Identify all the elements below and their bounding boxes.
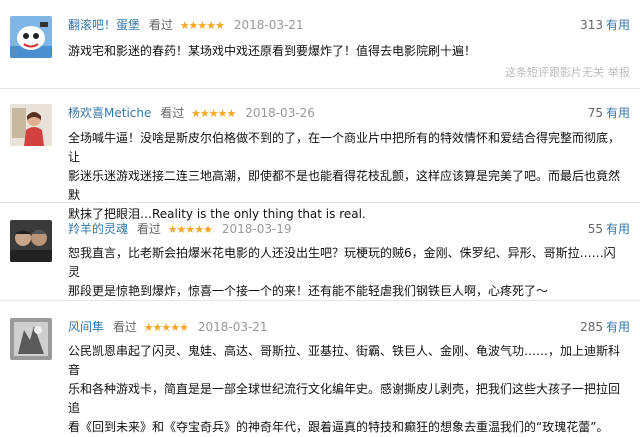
rating-stars: ★★★★★ [191,107,236,120]
divider [0,202,640,203]
review-header: 杨欢喜Metiche 看过 ★★★★★ 2018-03-26 75 有用 [68,104,630,122]
watched-label: 看过 [112,320,137,334]
text-line: 乐和各种游戏卡，简直是是一部全球世纪流行文化编年史。感谢撕皮儿剥壳，把我们这些大… [68,382,621,415]
vote-count: 285 [580,320,603,334]
review-item: 杨欢喜Metiche 看过 ★★★★★ 2018-03-26 75 有用 全场喊牛… [0,104,640,221]
vote-count: 313 [580,18,603,32]
username-link[interactable]: 风间隼 [68,320,104,334]
text-line: 恕我直言，比老斯会拍爆米花电影的人还没出生吧？玩梗玩的贼6，金刚、侏罗纪、异形、… [68,246,616,279]
review-text: 全场喊牛逼！没啥是斯皮尔伯格做不到的了，在一个商业片中把所有的特效情怀和爱结合得… [68,129,626,224]
text-line: 公民凯恩串起了闪灵、鬼娃、高达、哥斯拉、亚基拉、街霸、铁巨人、金刚、龟波气功……… [68,344,621,377]
divider [0,300,640,301]
useful-button[interactable]: 有用 [606,222,630,236]
review-text: 公民凯恩串起了闪灵、鬼娃、高达、哥斯拉、亚基拉、街霸、铁巨人、金刚、龟波气功……… [68,342,626,437]
useful-votes[interactable]: 313 有用 [580,16,630,34]
rating-stars: ★★★★★ [143,321,189,334]
avatar[interactable] [10,318,52,360]
review-date: 2018-03-19 [221,222,292,236]
username-link[interactable]: 羚羊的灵魂 [68,222,128,236]
review-date: 2018-03-26 [245,106,315,120]
text-line: 全场喊牛逼！没啥是斯皮尔伯格做不到的了，在一个商业片中把所有的特效情怀和爱结合得… [68,131,621,164]
useful-votes[interactable]: 55 有用 [588,220,630,238]
review-date: 2018-03-21 [233,18,304,32]
useful-votes[interactable]: 285 有用 [580,318,630,336]
review-date: 2018-03-21 [197,320,268,334]
review-item: 风间隼 看过 ★★★★★ 2018-03-21 285 有用 公民凯恩串起了闪灵、… [0,318,640,434]
text-line: 影迷乐迷游戏迷接二连三地高潮，即使都不是也能看得花枝乱颤，这样应该算是完美了吧。… [68,169,621,202]
divider [0,88,640,89]
avatar[interactable] [10,16,52,58]
useful-button[interactable]: 有用 [606,320,630,334]
useful-votes[interactable]: 75 有用 [588,104,630,122]
review-meta: 这条短评跟影片无关 举报 [501,64,630,80]
avatar[interactable] [10,104,52,146]
username-link[interactable]: 翻滚吧！蛋堡 [68,18,140,32]
review-header: 翻滚吧！蛋堡 看过 ★★★★★ 2018-03-21 313 有用 [68,16,630,34]
review-header: 风间隼 看过 ★★★★★ 2018-03-21 285 有用 [68,318,630,336]
useful-button[interactable]: 有用 [606,106,630,120]
text-line: 看《回到未来》和《夺宝奇兵》的神奇年代，跟着逼真的特技和癫狂的想象去重温我们的“… [68,420,609,434]
username-link[interactable]: 杨欢喜Metiche [68,106,151,120]
vote-count: 75 [587,106,603,120]
review-item: 羚羊的灵魂 看过 ★★★★★ 2018-03-19 55 有用 恕我直言，比老斯会… [0,220,640,298]
rating-stars: ★★★★★ [179,19,225,32]
watched-label: 看过 [148,18,173,32]
avatar[interactable] [10,220,52,262]
rating-stars: ★★★★★ [167,223,213,236]
review-text: 游戏宅和影迷的春药！某场戏中戏还原看到要爆炸了！值得去电影院刷十遍！ [68,44,477,58]
text-line: 那段更是惊艳到爆炸，惊喜一个接一个的来！还有能不能轻虐我们钢铁巨人啊，心疼死了～ [68,284,549,298]
unrelated-flag-link[interactable]: 这条短评跟影片无关 [505,66,604,79]
watched-label: 看过 [160,106,185,120]
vote-count: 55 [587,222,603,236]
watched-label: 看过 [136,222,161,236]
review-item: 翻滚吧！蛋堡 看过 ★★★★★ 2018-03-21 313 有用 游戏宅和影迷的… [0,16,640,86]
review-header: 羚羊的灵魂 看过 ★★★★★ 2018-03-19 55 有用 [68,220,630,238]
review-text: 恕我直言，比老斯会拍爆米花电影的人还没出生吧？玩梗玩的贼6，金刚、侏罗纪、异形、… [68,244,626,301]
report-link[interactable]: 举报 [608,66,630,79]
short-review-feed: 翻滚吧！蛋堡 看过 ★★★★★ 2018-03-21 313 有用 游戏宅和影迷的… [0,0,640,434]
useful-button[interactable]: 有用 [606,18,630,32]
